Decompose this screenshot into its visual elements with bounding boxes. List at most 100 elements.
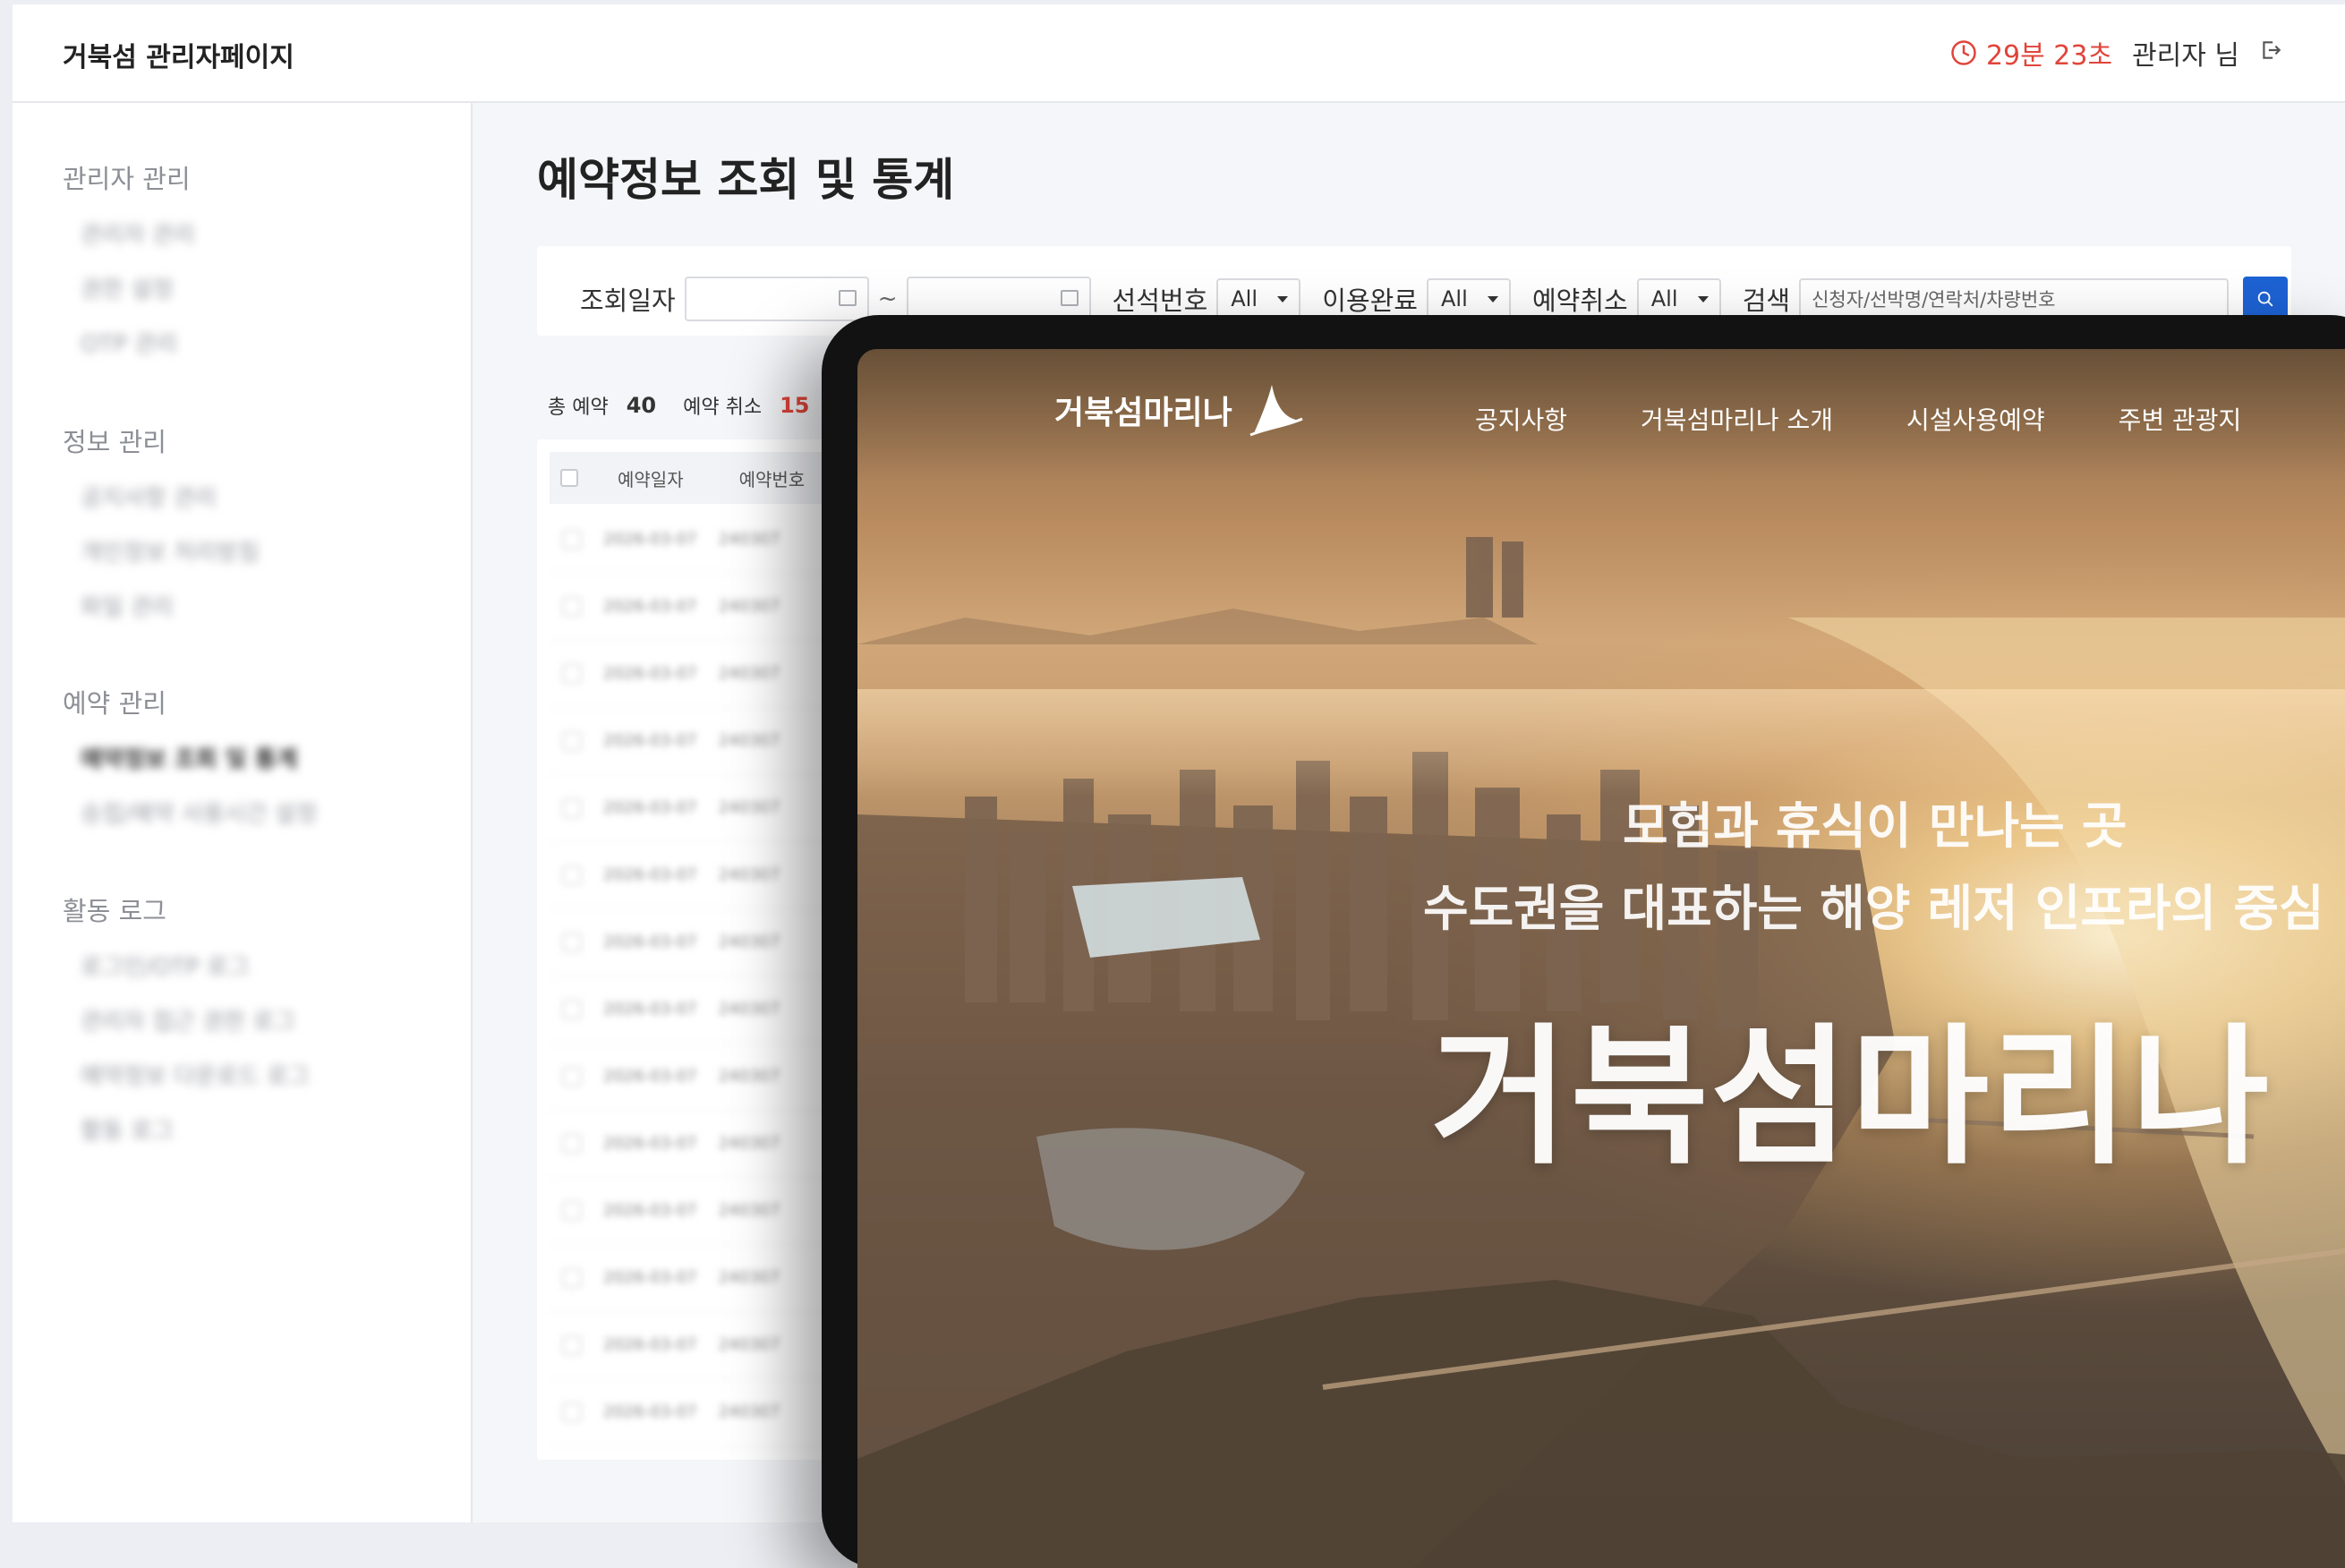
- sidebar-group-title: 예약 관리: [63, 688, 166, 719]
- timer-text: 29분 23초: [1985, 40, 2113, 72]
- row-number: 240307: [718, 1268, 780, 1287]
- row-checkbox[interactable]: [562, 797, 582, 818]
- hero-title: 거북섬마리나: [1430, 1010, 2272, 1185]
- row-date: 2026-03-07: [603, 597, 697, 616]
- sidebar-item-reservation-time[interactable]: 승접/예약 사용시간 설정: [63, 788, 318, 842]
- sidebar-group-logs: 활동 로그 로그인/OTP 로그 관리자 접근 권한 로그 예약정보 다운로드 …: [63, 891, 310, 1159]
- row-checkbox[interactable]: [562, 663, 582, 684]
- top-bar: 거북섬 관리자페이지 29분 23초 관리자 님: [13, 4, 2345, 103]
- session-timer: 29분 23초: [1950, 33, 2112, 72]
- row-checkbox[interactable]: [562, 1066, 582, 1087]
- start-date-input[interactable]: [684, 277, 869, 321]
- logout-icon: [2263, 40, 2281, 59]
- seat-select[interactable]: All: [1216, 278, 1301, 320]
- sidebar-item-reservation-stats[interactable]: 예약정보 조회 및 통계: [63, 733, 318, 788]
- row-number: 240307: [718, 664, 780, 683]
- sidebar-item-otp[interactable]: OTP 관리: [63, 318, 195, 372]
- tablet-screen: 거북섬마리나 공지사항 거북섬마리나 소개 시설사용예약 주변 관광지 모험과 …: [857, 349, 2345, 1568]
- caret-down-icon: [1697, 295, 1709, 303]
- sidebar-item-permission[interactable]: 권한 설정: [63, 263, 195, 318]
- row-number: 240307: [718, 865, 780, 884]
- calendar-icon: [838, 290, 857, 306]
- logout-button[interactable]: [2259, 38, 2282, 69]
- top-right-area: 29분 23초 관리자 님: [1950, 33, 2282, 72]
- caret-down-icon: [1488, 295, 1498, 303]
- row-number: 240307: [718, 798, 780, 817]
- user-name: 관리자 님: [2132, 40, 2239, 72]
- cancel-select[interactable]: All: [1636, 278, 1721, 320]
- menu-notice[interactable]: 공지사항: [1475, 401, 1567, 437]
- row-checkbox[interactable]: [562, 932, 582, 952]
- cancel-label: 예약취소: [1532, 285, 1628, 316]
- select-all-checkbox[interactable]: [560, 469, 578, 487]
- row-checkbox[interactable]: [562, 999, 582, 1019]
- row-date: 2026-03-07: [603, 1000, 697, 1018]
- sidebar-item-files[interactable]: 파일 관리: [63, 581, 260, 635]
- marina-cityscape-image: [857, 537, 2345, 1568]
- caret-down-icon: [1277, 295, 1289, 303]
- row-date: 2026-03-07: [603, 933, 697, 951]
- total-label: 총 예약: [548, 396, 609, 419]
- cancel-select-value: All: [1650, 286, 1678, 311]
- seat-select-value: All: [1231, 286, 1258, 311]
- row-date: 2026-03-07: [603, 1134, 697, 1153]
- row-date: 2026-03-07: [603, 1067, 697, 1086]
- row-checkbox[interactable]: [562, 1267, 582, 1288]
- tablet-device: 거북섬마리나 공지사항 거북섬마리나 소개 시설사용예약 주변 관광지 모험과 …: [822, 315, 2345, 1568]
- row-checkbox[interactable]: [562, 529, 582, 550]
- row-date: 2026-03-07: [603, 1335, 697, 1354]
- site-menu: 공지사항 거북섬마리나 소개 시설사용예약 주변 관광지: [1475, 401, 2241, 437]
- total-count: 40: [626, 393, 657, 418]
- brand-title[interactable]: 거북섬 관리자페이지: [63, 35, 294, 74]
- column-date: 예약일자: [618, 468, 684, 490]
- row-number: 240307: [718, 597, 780, 616]
- used-select[interactable]: All: [1427, 278, 1511, 320]
- search-icon: [2257, 291, 2273, 307]
- site-navigation: 거북섬마리나 공지사항 거북섬마리나 소개 시설사용예약 주변 관광지: [857, 349, 2345, 483]
- menu-tour[interactable]: 주변 관광지: [2119, 401, 2242, 437]
- sidebar-item-admin-manage[interactable]: 관리자 관리: [63, 209, 195, 263]
- sidebar-group-title: 관리자 관리: [63, 164, 191, 194]
- menu-about[interactable]: 거북섬마리나 소개: [1641, 401, 1833, 437]
- sidebar-group-title: 활동 로그: [63, 896, 166, 926]
- row-number: 240307: [718, 1134, 780, 1153]
- row-checkbox[interactable]: [562, 1402, 582, 1422]
- seat-label: 선석번호: [1112, 285, 1208, 316]
- row-checkbox[interactable]: [562, 730, 582, 751]
- sail-logo-icon: [1249, 385, 1303, 437]
- row-number: 240307: [718, 530, 780, 549]
- cancel-count: 15: [780, 393, 810, 418]
- sidebar-item-privacy[interactable]: 개인정보 처리방침: [63, 526, 260, 581]
- sidebar-item-notice[interactable]: 공지사항 관리: [63, 472, 260, 526]
- row-date: 2026-03-07: [603, 664, 697, 683]
- row-date: 2026-03-07: [603, 731, 697, 750]
- sidebar-item-download-log[interactable]: 예약정보 다운로드 로그: [63, 1050, 310, 1104]
- sidebar-group-admin: 관리자 관리 관리자 관리 권한 설정 OTP 관리: [63, 158, 195, 372]
- date-separator: ~: [877, 285, 898, 312]
- page-title: 예약정보 조회 및 통계: [537, 154, 955, 206]
- menu-reservation[interactable]: 시설사용예약: [1906, 401, 2045, 437]
- row-checkbox[interactable]: [562, 596, 582, 617]
- row-number: 240307: [718, 1201, 780, 1220]
- sidebar-group-info: 정보 관리 공지사항 관리 개인정보 처리방침 파일 관리: [63, 422, 260, 635]
- sidebar-group-title: 정보 관리: [63, 427, 166, 457]
- row-checkbox[interactable]: [562, 1334, 582, 1355]
- hero-subtitle-1: 모험과 휴식이 만나는 곳: [1623, 797, 2128, 855]
- site-logo-text: 거북섬마리나: [1054, 395, 1232, 431]
- calendar-icon: [1060, 290, 1079, 306]
- row-checkbox[interactable]: [562, 1200, 582, 1221]
- row-number: 240307: [718, 1335, 780, 1354]
- sidebar-item-access-log[interactable]: 관리자 접근 권한 로그: [63, 995, 310, 1050]
- row-number: 240307: [718, 1067, 780, 1086]
- row-number: 240307: [718, 933, 780, 951]
- row-checkbox[interactable]: [562, 1133, 582, 1154]
- site-logo[interactable]: 거북섬마리나: [1054, 383, 1304, 437]
- search-input[interactable]: 신청자/선박명/연락처/차량번호: [1799, 278, 2230, 320]
- row-date: 2026-03-07: [603, 798, 697, 817]
- row-date: 2026-03-07: [603, 1402, 697, 1421]
- row-checkbox[interactable]: [562, 865, 582, 885]
- sidebar-item-activity-log[interactable]: 활동 로그: [63, 1104, 310, 1159]
- row-date: 2026-03-07: [603, 865, 697, 884]
- sidebar-item-login-log[interactable]: 로그인/OTP 로그: [63, 941, 310, 995]
- row-number: 240307: [718, 1000, 780, 1018]
